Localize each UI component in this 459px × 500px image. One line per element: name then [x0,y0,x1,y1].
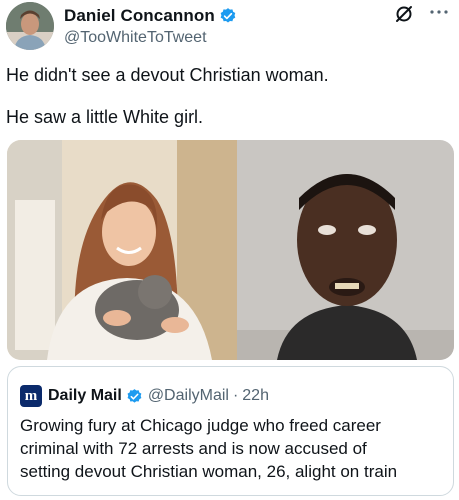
grok-icon[interactable] [394,4,414,24]
quoted-author-handle: @DailyMail [147,387,229,404]
author-handle[interactable]: @TooWhiteToTweet [64,29,207,47]
quoted-author-name: Daily Mail [48,387,122,404]
photo-mugshot [237,140,454,360]
quoted-tweet[interactable]: m Daily Mail @DailyMail · 22h Growing fu… [7,366,454,496]
quoted-body-line-3: setting devout Christian woman, 26, alig… [20,462,398,481]
media-photo-1[interactable] [7,140,237,360]
tweet-text-line-1: He didn't see a devout Christian woman. [6,65,329,85]
quoted-header: Daily Mail @DailyMail · 22h [48,386,269,406]
tweet-media[interactable] [7,140,454,360]
photo-woman-with-cat [7,140,237,360]
verified-badge-icon [219,7,237,25]
author-avatar[interactable] [6,2,54,50]
author-name-row: Daniel Concannon [64,5,237,27]
author-display-name[interactable]: Daniel Concannon [64,6,215,26]
quoted-body: Growing fury at Chicago judge who freed … [20,414,445,483]
avatar-photo [6,2,54,50]
more-icon[interactable] [426,4,452,20]
verified-badge-icon [126,388,143,405]
tweet[interactable]: Daniel Concannon @TooWhiteToTweet He did… [0,0,459,500]
daily-mail-logo: m [20,385,42,407]
quoted-separator: · [232,387,239,404]
quoted-body-line-2: criminal with 72 arrests and is now accu… [20,439,367,458]
media-photo-2[interactable] [237,140,454,360]
tweet-text-line-2: He saw a little White girl. [6,107,204,127]
quoted-body-line-1: Growing fury at Chicago judge who freed … [20,416,381,435]
quoted-timestamp: 22h [242,387,269,404]
